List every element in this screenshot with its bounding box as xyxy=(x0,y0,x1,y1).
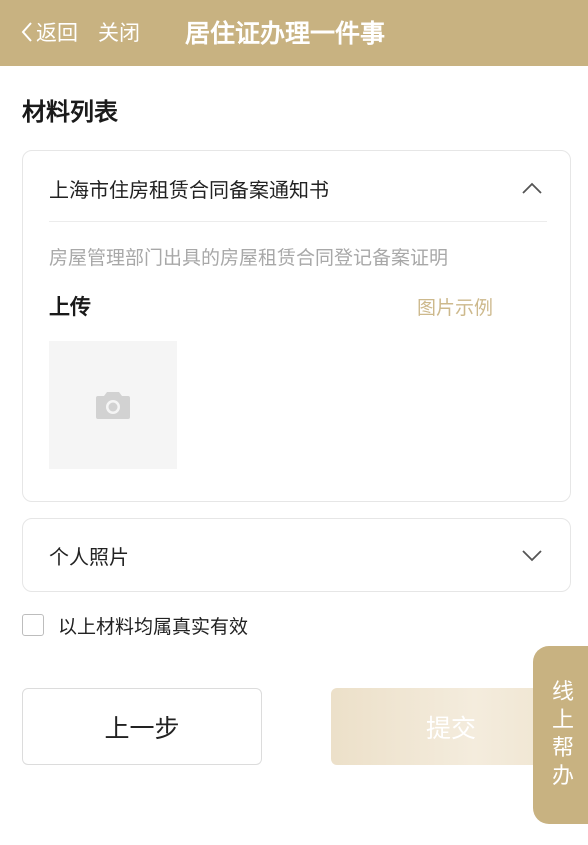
help-tab-char: 上 xyxy=(551,708,574,733)
online-help-tab[interactable]: 线 上 帮 办 xyxy=(533,646,588,824)
help-tab-char: 办 xyxy=(551,764,574,789)
material-description: 房屋管理部门出具的房屋租赁合同登记备案证明 xyxy=(49,247,449,269)
app-header: 返回 关闭 居住证办理一件事 xyxy=(0,0,588,66)
page-title: 居住证办理一件事 xyxy=(185,19,386,48)
help-tab-char: 线 xyxy=(551,680,574,705)
material-name: 个人照片 xyxy=(49,544,129,569)
upload-label: 上传 xyxy=(49,295,91,319)
material-name[interactable]: 上海市住房租赁合同备案通知书 xyxy=(49,173,549,203)
back-button[interactable]: 返回 xyxy=(20,16,78,48)
material-list-title: 材料列表 xyxy=(22,98,118,126)
back-label: 返回 xyxy=(36,21,78,45)
material-card-rental-contract: 上海市住房租赁合同备案通知书 房屋管理部门出具的房屋租赁合同登记备案证明 上传 … xyxy=(22,150,571,502)
chevron-up-icon[interactable] xyxy=(521,181,543,195)
upload-photo-box[interactable] xyxy=(49,341,177,469)
agreement-checkbox[interactable] xyxy=(22,614,44,636)
material-card-personal-photo[interactable]: 个人照片 xyxy=(22,518,571,592)
help-tab-char: 帮 xyxy=(551,736,574,761)
previous-step-button[interactable]: 上一步 xyxy=(22,688,262,765)
camera-icon xyxy=(96,392,130,419)
agreement-text: 以上材料均属真实有效 xyxy=(58,615,249,638)
image-example-link[interactable]: 图片示例 xyxy=(417,293,493,320)
close-button[interactable]: 关闭 xyxy=(98,16,140,48)
chevron-down-icon[interactable] xyxy=(521,549,543,563)
divider xyxy=(49,221,547,222)
chevron-left-icon xyxy=(21,22,32,42)
agreement-row: 以上材料均属真实有效 xyxy=(22,612,248,638)
